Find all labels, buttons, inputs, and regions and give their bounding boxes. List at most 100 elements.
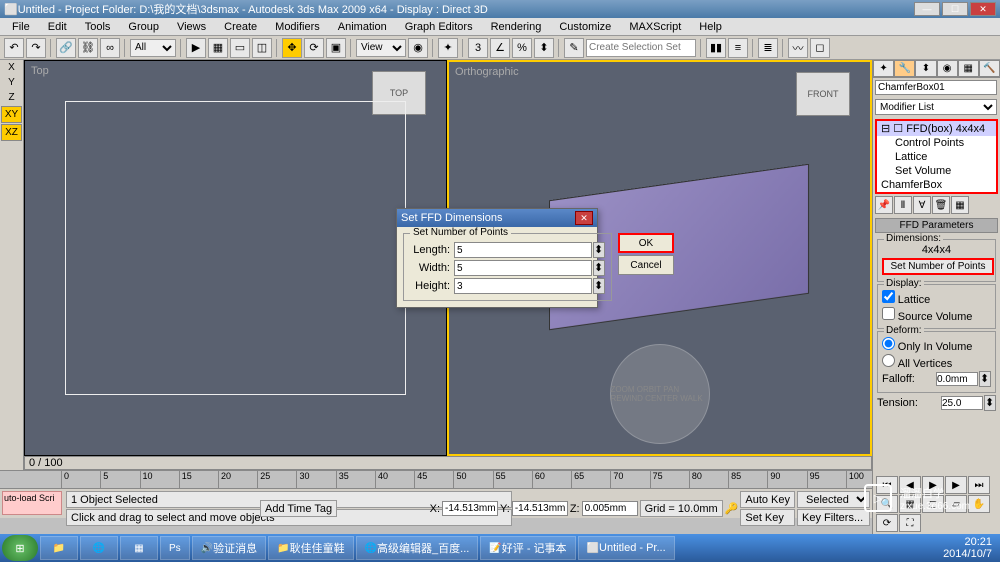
width-spin-icon[interactable]: ⬍ — [593, 260, 605, 276]
modify-tab[interactable]: 🔧 — [894, 60, 915, 77]
system-tray[interactable]: 20:21 2014/10/7 — [937, 536, 998, 560]
axis-x[interactable]: X — [0, 60, 23, 75]
select-region-button[interactable]: ▭ — [230, 38, 250, 58]
maximize-button[interactable]: ☐ — [942, 2, 968, 16]
taskbar-app-icon[interactable]: ▦ — [120, 536, 158, 560]
tension-spin-icon[interactable]: ⬍ — [984, 395, 996, 411]
viewport-top[interactable]: Top TOP — [24, 60, 447, 456]
align-button[interactable]: ≡ — [728, 38, 748, 58]
falloff-input[interactable] — [936, 372, 978, 386]
autokey-button[interactable]: Auto Key — [740, 491, 795, 508]
arc-rotate-button[interactable]: ⟳ — [876, 514, 898, 532]
navigation-wheel[interactable]: ZOOM ORBIT PAN REWIND CENTER WALK — [610, 344, 710, 444]
width-input[interactable] — [454, 260, 592, 276]
menu-animation[interactable]: Animation — [330, 19, 395, 35]
select-by-name-button[interactable]: ▦ — [208, 38, 228, 58]
height-spin-icon[interactable]: ⬍ — [593, 278, 605, 294]
redo-button[interactable]: ↷ — [26, 38, 46, 58]
ref-coord-system[interactable]: View — [356, 39, 406, 57]
create-tab[interactable]: ✦ — [873, 60, 894, 77]
selection-filter[interactable]: All — [130, 39, 176, 57]
bind-button[interactable]: ∞ — [100, 38, 120, 58]
menu-views[interactable]: Views — [169, 19, 214, 35]
z-coord-input[interactable] — [582, 501, 638, 516]
remove-modifier-icon[interactable]: 🗑 — [932, 196, 950, 214]
spinner-snap-button[interactable]: ⬍ — [534, 38, 554, 58]
pan-button[interactable]: ✋ — [968, 495, 990, 513]
pivot-center-button[interactable]: ◉ — [408, 38, 428, 58]
make-unique-icon[interactable]: ∀ — [913, 196, 931, 214]
maxscript-listener[interactable]: uto-load Scri — [2, 491, 62, 515]
taskbar-item-1[interactable]: 🔊 验证消息 — [192, 536, 266, 560]
menu-maxscript[interactable]: MAXScript — [621, 19, 689, 35]
select-scale-button[interactable]: ▣ — [326, 38, 346, 58]
mirror-button[interactable]: ▮▮ — [706, 38, 726, 58]
stack-lattice[interactable]: Lattice — [877, 150, 996, 164]
tension-input[interactable] — [941, 396, 983, 410]
menu-edit[interactable]: Edit — [40, 19, 75, 35]
all-vertices-radio[interactable]: All Vertices — [882, 354, 991, 370]
edit-named-sel-button[interactable]: ✎ — [564, 38, 584, 58]
lattice-checkbox[interactable]: Lattice — [882, 290, 991, 306]
undo-button[interactable]: ↶ — [4, 38, 24, 58]
stack-chamferbox[interactable]: ChamferBox — [877, 178, 996, 192]
min-max-toggle-button[interactable]: ⛶ — [899, 514, 921, 532]
axis-xy[interactable]: XY — [1, 106, 22, 123]
goto-end-button[interactable]: ⏭ — [968, 476, 990, 494]
schematic-view-button[interactable]: ◻ — [810, 38, 830, 58]
time-slider[interactable]: 0 / 100 — [24, 456, 872, 470]
height-input[interactable] — [454, 278, 592, 294]
key-mode-select[interactable]: Selected — [797, 491, 870, 508]
taskbar-explorer-icon[interactable]: 📁 — [40, 536, 78, 560]
start-button[interactable]: ⊞ — [2, 535, 38, 561]
axis-y[interactable]: Y — [0, 75, 23, 90]
minimize-button[interactable]: — — [914, 2, 940, 16]
x-coord-input[interactable] — [442, 501, 498, 516]
select-object-button[interactable]: ▶ — [186, 38, 206, 58]
menu-create[interactable]: Create — [216, 19, 265, 35]
set-number-of-points-button[interactable]: Set Number of Points — [882, 258, 994, 275]
named-selection-set[interactable] — [586, 39, 696, 57]
motion-tab[interactable]: ◉ — [937, 60, 958, 77]
add-time-tag[interactable]: Add Time Tag — [260, 500, 337, 517]
menu-help[interactable]: Help — [691, 19, 730, 35]
taskbar-item-4[interactable]: 📝 好评 - 记事本 — [480, 536, 575, 560]
ok-button[interactable]: OK — [618, 233, 674, 253]
menu-file[interactable]: File — [4, 19, 38, 35]
falloff-spin-icon[interactable]: ⬍ — [979, 371, 991, 387]
taskbar-item-2[interactable]: 📁 耿佳佳童鞋 — [268, 536, 353, 560]
taskbar-item-3[interactable]: 🌐 高级编辑器_百度... — [356, 536, 479, 560]
menu-tools[interactable]: Tools — [77, 19, 119, 35]
stack-ffd[interactable]: ⊟ ☐ FFD(box) 4x4x4 — [877, 121, 996, 136]
length-spin-icon[interactable]: ⬍ — [593, 242, 605, 258]
taskbar-item-5[interactable]: ⬜ Untitled - Pr... — [578, 536, 675, 560]
axis-xz[interactable]: XZ — [1, 124, 22, 141]
manipulate-button[interactable]: ✦ — [438, 38, 458, 58]
pin-stack-icon[interactable]: 📌 — [875, 196, 893, 214]
stack-control-points[interactable]: Control Points — [877, 136, 996, 150]
dialog-title-bar[interactable]: Set FFD Dimensions ✕ — [397, 209, 597, 227]
object-name-field[interactable] — [875, 80, 997, 95]
cancel-button[interactable]: Cancel — [618, 255, 674, 275]
configure-sets-icon[interactable]: ▦ — [951, 196, 969, 214]
taskbar-photoshop[interactable]: Ps — [160, 536, 190, 560]
close-button[interactable]: ✕ — [970, 2, 996, 16]
modifier-list-dropdown[interactable]: Modifier List — [875, 99, 997, 115]
select-move-button[interactable]: ✥ — [282, 38, 302, 58]
show-end-result-icon[interactable]: Ⅱ — [894, 196, 912, 214]
curve-editor-button[interactable]: 〰 — [788, 38, 808, 58]
display-tab[interactable]: ▦ — [958, 60, 979, 77]
viewcube-front[interactable]: FRONT — [796, 72, 850, 116]
angle-snap-button[interactable]: ∠ — [490, 38, 510, 58]
percent-snap-button[interactable]: % — [512, 38, 532, 58]
menu-modifiers[interactable]: Modifiers — [267, 19, 328, 35]
menu-graph-editors[interactable]: Graph Editors — [397, 19, 481, 35]
window-crossing-button[interactable]: ◫ — [252, 38, 272, 58]
menu-group[interactable]: Group — [120, 19, 167, 35]
only-in-volume-radio[interactable]: Only In Volume — [882, 337, 991, 353]
timeline-ruler[interactable]: 0 5 10 15 20 25 30 35 40 45 50 55 60 65 … — [0, 471, 872, 489]
setkey-button[interactable]: Set Key — [740, 509, 795, 526]
stack-set-volume[interactable]: Set Volume — [877, 164, 996, 178]
utilities-tab[interactable]: 🔨 — [979, 60, 1000, 77]
layer-manager-button[interactable]: ≣ — [758, 38, 778, 58]
